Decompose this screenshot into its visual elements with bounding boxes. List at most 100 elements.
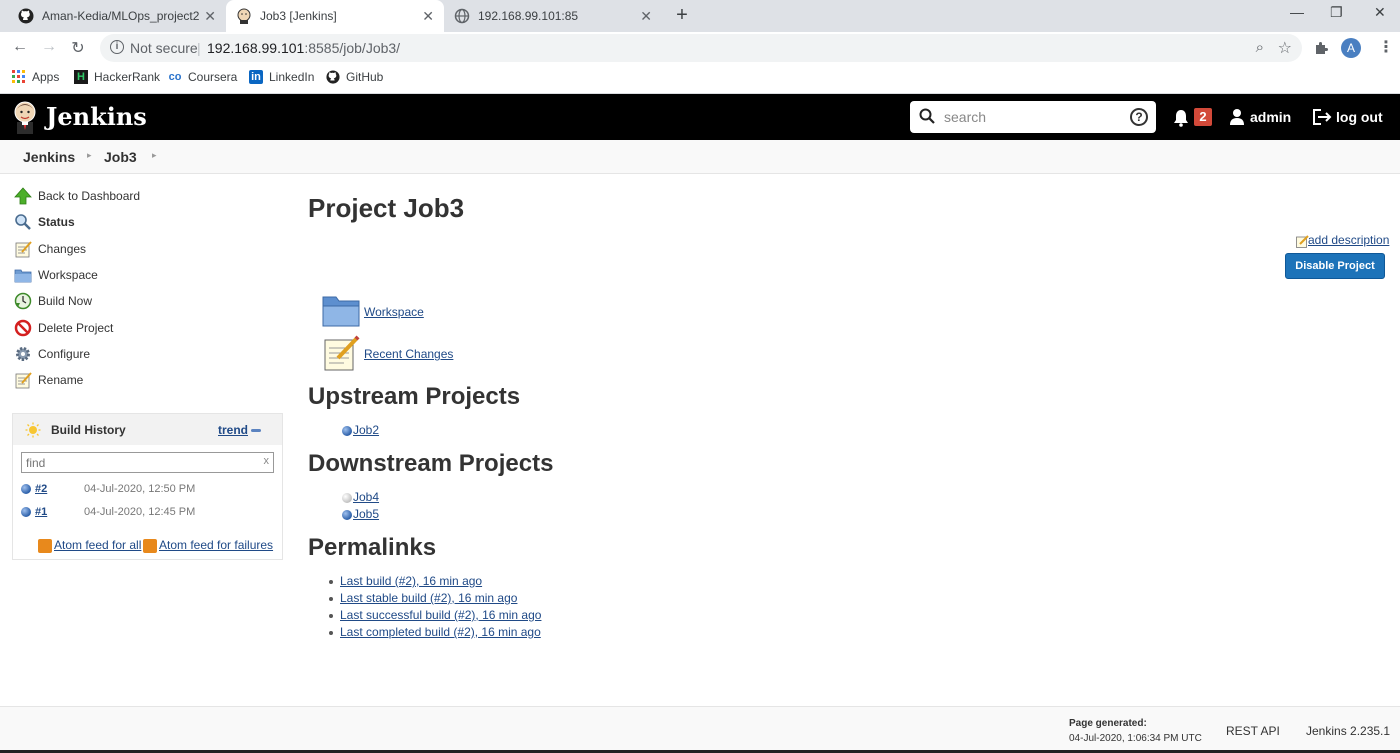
rss-feed-icon[interactable] bbox=[38, 539, 52, 553]
task-status[interactable]: Status bbox=[14, 212, 75, 232]
breadcrumb-chevron-icon[interactable]: ▸ bbox=[87, 150, 92, 161]
github-icon bbox=[18, 8, 34, 24]
menu-kebab-icon[interactable]: ⋮ bbox=[1378, 37, 1394, 57]
security-label[interactable]: Not secure bbox=[130, 40, 198, 56]
task-label: Configure bbox=[38, 347, 91, 361]
new-tab-button[interactable]: + bbox=[672, 4, 692, 27]
maximize-icon[interactable]: ❐ bbox=[1330, 4, 1343, 21]
folder-icon bbox=[14, 269, 32, 283]
build-history-title: Build History bbox=[51, 423, 126, 437]
downstream-job-link[interactable]: Job4 bbox=[353, 490, 379, 504]
bell-icon[interactable] bbox=[1173, 109, 1189, 127]
back-arrow-icon[interactable]: ← bbox=[10, 38, 30, 56]
breadcrumb-jenkins[interactable]: Jenkins bbox=[23, 149, 75, 165]
tab-title: Job3 [Jenkins] bbox=[260, 9, 337, 23]
list-bullet bbox=[329, 580, 333, 584]
address-bar[interactable]: i Not secure | 192.168.99.101:8585/job/J… bbox=[100, 34, 1302, 62]
profile-avatar[interactable]: A bbox=[1341, 38, 1361, 58]
browser-toolbar: ← → ↻ i Not secure | 192.168.99.101:8585… bbox=[0, 32, 1400, 64]
task-build-now[interactable]: Build Now bbox=[14, 291, 92, 311]
sun-weather-icon bbox=[25, 422, 41, 438]
star-icon[interactable]: ☆ bbox=[1278, 38, 1292, 58]
upstream-job-link[interactable]: Job2 bbox=[353, 423, 379, 437]
forward-arrow-icon[interactable]: → bbox=[39, 38, 59, 56]
breadcrumb-job3[interactable]: Job3 bbox=[104, 149, 137, 165]
permalink-last-completed-build[interactable]: Last completed build (#2), 16 min ago bbox=[340, 625, 541, 639]
browser-tab-github[interactable]: Aman-Kedia/MLOps_project2 ✕ bbox=[8, 0, 226, 32]
trend-link[interactable]: trend bbox=[218, 423, 248, 437]
tab-close-icon[interactable]: ✕ bbox=[204, 8, 216, 25]
notepad-icon[interactable] bbox=[322, 334, 360, 372]
bookmark-label: Apps bbox=[32, 70, 60, 84]
browser-tab-ip[interactable]: 192.168.99.101:85 ✕ bbox=[444, 0, 662, 32]
window-close-icon[interactable]: ✕ bbox=[1374, 4, 1386, 21]
rss-feed-icon[interactable] bbox=[143, 539, 157, 553]
info-icon[interactable]: i bbox=[110, 40, 124, 54]
build-clock-icon bbox=[14, 292, 32, 310]
build-date[interactable]: 04-Jul-2020, 12:45 PM bbox=[84, 506, 195, 518]
logout-icon[interactable] bbox=[1312, 108, 1332, 126]
bookmark-label: Coursera bbox=[188, 70, 238, 84]
task-label: Workspace bbox=[38, 268, 98, 282]
clear-icon[interactable]: x bbox=[264, 455, 270, 467]
github-icon bbox=[326, 70, 340, 84]
zoom-icon[interactable]: ⌕ bbox=[1256, 39, 1264, 56]
user-name-link[interactable]: admin bbox=[1250, 109, 1291, 125]
tab-close-icon[interactable]: ✕ bbox=[640, 8, 652, 25]
url-text[interactable]: 192.168.99.101:8585/job/Job3/ bbox=[207, 40, 400, 56]
bookmark-apps[interactable]: Apps bbox=[12, 70, 59, 84]
rest-api-link[interactable]: REST API bbox=[1226, 724, 1280, 738]
minimize-icon[interactable]: — bbox=[1290, 4, 1304, 20]
search-box: ? bbox=[910, 101, 1156, 133]
downstream-job-link[interactable]: Job5 bbox=[353, 507, 379, 521]
breadcrumb-chevron-icon[interactable]: ▸ bbox=[152, 150, 157, 161]
jenkins-header: Jenkins ? 2 admin log out bbox=[0, 94, 1400, 140]
blue-ball-status-icon bbox=[342, 426, 352, 436]
task-workspace[interactable]: Workspace bbox=[14, 265, 98, 285]
permalink-last-stable-build[interactable]: Last stable build (#2), 16 min ago bbox=[340, 591, 517, 605]
bookmark-github[interactable]: GitHub bbox=[326, 70, 383, 84]
disable-project-button[interactable]: Disable Project bbox=[1285, 253, 1385, 279]
build-number-link[interactable]: #1 bbox=[35, 506, 47, 518]
permalink-last-successful-build[interactable]: Last successful build (#2), 16 min ago bbox=[340, 608, 541, 622]
reload-icon[interactable]: ↻ bbox=[68, 38, 88, 58]
notepad-icon bbox=[15, 372, 32, 389]
task-label: Build Now bbox=[38, 294, 93, 308]
jenkins-version-link[interactable]: Jenkins 2.235.1 bbox=[1306, 724, 1390, 738]
task-label: Status bbox=[38, 215, 75, 229]
linkedin-icon: in bbox=[249, 70, 263, 84]
build-date[interactable]: 04-Jul-2020, 12:50 PM bbox=[84, 483, 195, 495]
build-number-link[interactable]: #2 bbox=[35, 483, 47, 495]
help-icon[interactable]: ? bbox=[1130, 108, 1148, 126]
page-title: Project Job3 bbox=[308, 193, 465, 223]
browser-tab-jenkins[interactable]: Job3 [Jenkins] ✕ bbox=[226, 0, 444, 32]
bookmark-hackerrank[interactable]: H HackerRank bbox=[74, 70, 160, 84]
atom-feed-all-link[interactable]: Atom feed for all bbox=[54, 538, 141, 552]
notification-badge[interactable]: 2 bbox=[1194, 108, 1212, 126]
logout-link[interactable]: log out bbox=[1336, 109, 1383, 125]
bookmark-linkedin[interactable]: in LinkedIn bbox=[249, 70, 314, 84]
jenkins-logo-icon[interactable] bbox=[12, 100, 38, 134]
downstream-projects-heading: Downstream Projects bbox=[308, 450, 554, 477]
permalink-last-build[interactable]: Last build (#2), 16 min ago bbox=[340, 574, 482, 588]
task-configure[interactable]: Configure bbox=[14, 344, 90, 364]
user-icon bbox=[1230, 109, 1244, 125]
jenkins-title[interactable]: Jenkins bbox=[46, 102, 147, 131]
bookmark-coursera[interactable]: co Coursera bbox=[168, 70, 238, 84]
folder-icon[interactable] bbox=[321, 292, 361, 328]
tab-close-icon[interactable]: ✕ bbox=[422, 8, 434, 25]
search-input[interactable] bbox=[944, 107, 1124, 127]
trend-icon[interactable] bbox=[251, 429, 261, 432]
extensions-puzzle-icon[interactable] bbox=[1313, 40, 1329, 56]
task-back-to-dashboard[interactable]: Back to Dashboard bbox=[14, 186, 140, 206]
apps-grid-icon bbox=[12, 70, 25, 83]
task-delete-project[interactable]: Delete Project bbox=[14, 318, 113, 338]
task-rename[interactable]: Rename bbox=[14, 370, 83, 390]
recent-changes-link[interactable]: Recent Changes bbox=[364, 347, 453, 361]
workspace-link[interactable]: Workspace bbox=[364, 305, 424, 319]
build-find-input[interactable] bbox=[26, 455, 256, 471]
atom-feed-failures-link[interactable]: Atom feed for failures bbox=[159, 538, 273, 552]
task-changes[interactable]: Changes bbox=[14, 239, 86, 259]
add-description-link[interactable]: add description bbox=[1308, 233, 1389, 247]
url-host: 192.168.99.101 bbox=[207, 40, 305, 56]
